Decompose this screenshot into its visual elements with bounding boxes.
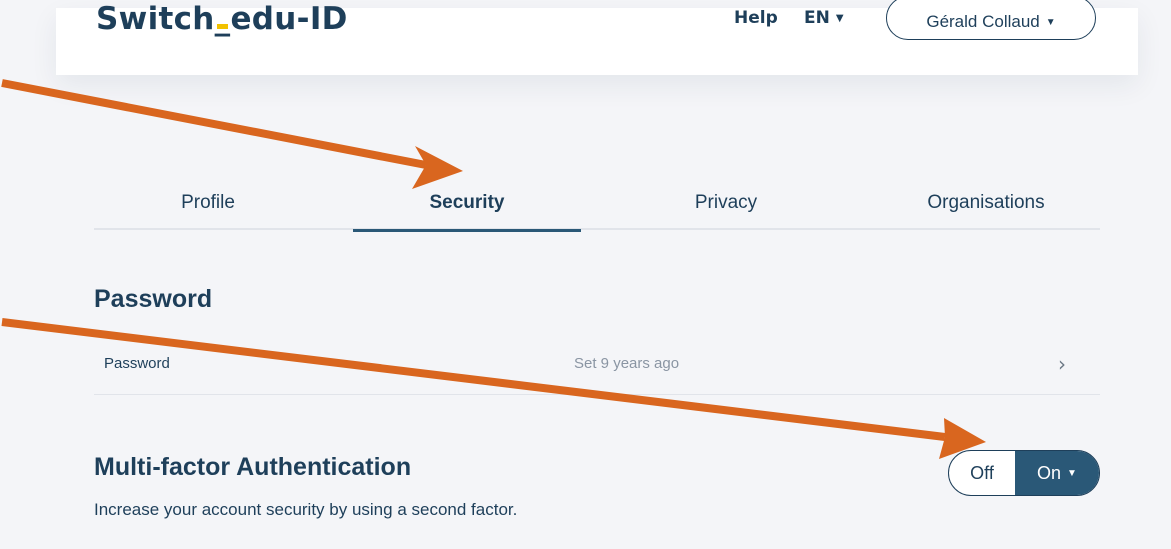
tab-security[interactable]: Security: [353, 176, 581, 232]
chevron-right-icon: ›: [1058, 352, 1066, 376]
password-row-label: Password: [104, 355, 170, 372]
user-name: Gérald Collaud: [926, 12, 1040, 31]
password-section-title: Password: [94, 285, 213, 313]
switch-edu-id-logo[interactable]: Switch_edu-ID: [96, 0, 348, 40]
top-header: Switch_edu-ID Help EN ▼ Gérald Collaud ▼: [56, 0, 1138, 75]
mfa-toggle-on[interactable]: On ▼: [1015, 451, 1099, 495]
toggle-off-label: Off: [970, 462, 994, 483]
mfa-description: Increase your account security by using …: [94, 500, 518, 519]
mfa-section-title: Multi-factor Authentication: [94, 453, 412, 481]
logo-text-main: Switch: [96, 1, 215, 37]
help-link[interactable]: Help: [734, 8, 778, 28]
logo-underscore: _: [214, 1, 231, 37]
chevron-down-icon: ▼: [1067, 467, 1077, 479]
password-row-value: Set 9 years ago: [574, 355, 680, 372]
toggle-on-label: On: [1037, 462, 1062, 483]
logo-text-suffix: edu-ID: [230, 1, 348, 37]
tab-label: Security: [429, 192, 505, 213]
tab-profile[interactable]: Profile: [94, 176, 322, 230]
account-tabs: Profile Security Privacy Organisations: [94, 176, 1100, 232]
tab-label: Profile: [181, 192, 235, 213]
tab-label: Organisations: [927, 192, 1045, 213]
annotation-arrow-to-security-tab: [1, 79, 463, 189]
password-row[interactable]: Password Set 9 years ago ›: [94, 343, 1100, 395]
user-menu-button[interactable]: Gérald Collaud ▼: [886, 0, 1096, 40]
chevron-down-icon: ▼: [835, 13, 844, 24]
language-label: EN: [804, 8, 830, 28]
chevron-down-icon: ▼: [1045, 16, 1056, 28]
tab-privacy[interactable]: Privacy: [612, 176, 840, 230]
mfa-toggle[interactable]: Off On ▼: [948, 450, 1100, 496]
mfa-toggle-off[interactable]: Off: [949, 451, 1015, 495]
tab-organisations[interactable]: Organisations: [872, 176, 1100, 230]
language-selector[interactable]: EN ▼: [804, 8, 844, 29]
tab-label: Privacy: [694, 192, 758, 213]
page: Switch_edu-ID Help EN ▼ Gérald Collaud ▼ P…: [0, 0, 1171, 549]
